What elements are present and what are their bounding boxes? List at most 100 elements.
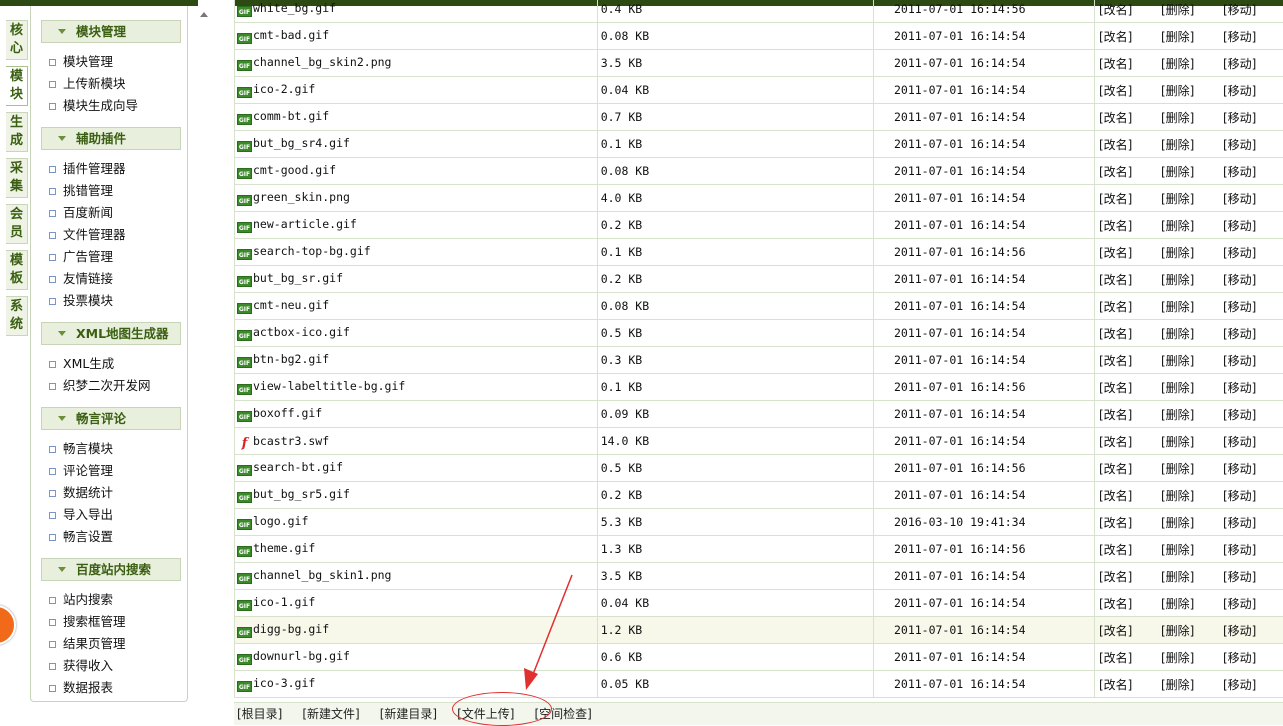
move-button[interactable]: [移动] <box>1221 433 1283 450</box>
delete-button[interactable]: [删除] <box>1159 244 1221 261</box>
file-name-link[interactable]: actbox-ico.gif <box>253 325 350 339</box>
delete-button[interactable]: [删除] <box>1159 325 1221 342</box>
file-name-link[interactable]: digg-bg.gif <box>253 622 329 636</box>
file-name-link[interactable]: logo.gif <box>253 514 308 528</box>
file-name-link[interactable]: comm-bt.gif <box>253 109 329 123</box>
rename-button[interactable]: [改名] <box>1097 406 1159 423</box>
file-name-link[interactable]: green_skin.png <box>253 190 350 204</box>
rename-button[interactable]: [改名] <box>1097 514 1159 531</box>
sidebar-menu-item[interactable]: 站内搜索 <box>41 589 187 611</box>
move-button[interactable]: [移动] <box>1221 163 1283 180</box>
new-dir-link[interactable]: [新建目录] <box>380 703 437 725</box>
file-name-link[interactable]: channel_bg_skin1.png <box>253 568 391 582</box>
file-name-link[interactable]: btn-bg2.gif <box>253 352 329 366</box>
move-button[interactable]: [移动] <box>1221 190 1283 207</box>
rename-button[interactable]: [改名] <box>1097 244 1159 261</box>
delete-button[interactable]: [删除] <box>1159 649 1221 666</box>
file-name-link[interactable]: downurl-bg.gif <box>253 649 350 663</box>
delete-button[interactable]: [删除] <box>1159 109 1221 126</box>
sidebar-menu-item[interactable]: 友情链接 <box>41 268 187 290</box>
move-button[interactable]: [移动] <box>1221 622 1283 639</box>
new-file-link[interactable]: [新建文件] <box>302 703 359 725</box>
rename-button[interactable]: [改名] <box>1097 649 1159 666</box>
rename-button[interactable]: [改名] <box>1097 271 1159 288</box>
rename-button[interactable]: [改名] <box>1097 136 1159 153</box>
sidebar-menu-item[interactable]: XML生成 <box>41 353 187 375</box>
delete-button[interactable]: [删除] <box>1159 55 1221 72</box>
sidebar-menu-item[interactable]: 挑错管理 <box>41 180 187 202</box>
delete-button[interactable]: [删除] <box>1159 541 1221 558</box>
move-button[interactable]: [移动] <box>1221 352 1283 369</box>
rename-button[interactable]: [改名] <box>1097 568 1159 585</box>
move-button[interactable]: [移动] <box>1221 217 1283 234</box>
rename-button[interactable]: [改名] <box>1097 352 1159 369</box>
sidebar-menu-item[interactable]: 织梦二次开发网 <box>41 375 187 397</box>
vertical-tab[interactable]: 采集 <box>6 158 28 198</box>
delete-button[interactable]: [删除] <box>1159 298 1221 315</box>
root-dir-link[interactable]: [根目录] <box>237 703 282 725</box>
move-button[interactable]: [移动] <box>1221 28 1283 45</box>
move-button[interactable]: [移动] <box>1221 649 1283 666</box>
file-name-link[interactable]: bcastr3.swf <box>253 434 329 448</box>
file-name-link[interactable]: view-labeltitle-bg.gif <box>253 379 405 393</box>
rename-button[interactable]: [改名] <box>1097 487 1159 504</box>
vertical-tab[interactable]: 模板 <box>6 250 28 290</box>
rename-button[interactable]: [改名] <box>1097 622 1159 639</box>
file-name-link[interactable]: cmt-bad.gif <box>253 28 329 42</box>
move-button[interactable]: [移动] <box>1221 82 1283 99</box>
delete-button[interactable]: [删除] <box>1159 433 1221 450</box>
rename-button[interactable]: [改名] <box>1097 1 1159 18</box>
sidebar-menu-item[interactable]: 插件管理器 <box>41 158 187 180</box>
rename-button[interactable]: [改名] <box>1097 28 1159 45</box>
delete-button[interactable]: [删除] <box>1159 568 1221 585</box>
file-name-link[interactable]: but_bg_sr5.gif <box>253 487 350 501</box>
sidebar-menu-item[interactable]: 畅言设置 <box>41 526 187 548</box>
move-button[interactable]: [移动] <box>1221 541 1283 558</box>
file-name-link[interactable]: cmt-good.gif <box>253 163 336 177</box>
vertical-tab[interactable]: 核心 <box>6 20 28 60</box>
move-button[interactable]: [移动] <box>1221 487 1283 504</box>
move-button[interactable]: [移动] <box>1221 109 1283 126</box>
delete-button[interactable]: [删除] <box>1159 514 1221 531</box>
rename-button[interactable]: [改名] <box>1097 109 1159 126</box>
delete-button[interactable]: [删除] <box>1159 1 1221 18</box>
file-name-link[interactable]: ico-1.gif <box>253 595 315 609</box>
sidebar-menu-item[interactable]: 广告管理 <box>41 246 187 268</box>
space-check-link[interactable]: [空间检查] <box>535 703 592 725</box>
file-name-link[interactable]: new-article.gif <box>253 217 357 231</box>
sidebar-section-header[interactable]: 百度站内搜索 <box>41 558 181 581</box>
move-button[interactable]: [移动] <box>1221 136 1283 153</box>
rename-button[interactable]: [改名] <box>1097 541 1159 558</box>
delete-button[interactable]: [删除] <box>1159 163 1221 180</box>
rename-button[interactable]: [改名] <box>1097 82 1159 99</box>
sidebar-menu-item[interactable]: 模块管理 <box>41 51 187 73</box>
file-name-link[interactable]: search-bt.gif <box>253 460 343 474</box>
move-button[interactable]: [移动] <box>1221 676 1283 693</box>
vertical-tab[interactable]: 会员 <box>6 204 28 244</box>
sidebar-menu-item[interactable]: 获得收入 <box>41 655 187 677</box>
sidebar-section-header[interactable]: 畅言评论 <box>41 407 181 430</box>
delete-button[interactable]: [删除] <box>1159 487 1221 504</box>
delete-button[interactable]: [删除] <box>1159 595 1221 612</box>
sidebar-section-header[interactable]: XML地图生成器 <box>41 322 181 345</box>
delete-button[interactable]: [删除] <box>1159 190 1221 207</box>
scroll-up-arrow-icon[interactable] <box>200 12 208 17</box>
delete-button[interactable]: [删除] <box>1159 622 1221 639</box>
delete-button[interactable]: [删除] <box>1159 379 1221 396</box>
delete-button[interactable]: [删除] <box>1159 28 1221 45</box>
sidebar-menu-item[interactable]: 评论管理 <box>41 460 187 482</box>
delete-button[interactable]: [删除] <box>1159 271 1221 288</box>
rename-button[interactable]: [改名] <box>1097 190 1159 207</box>
rename-button[interactable]: [改名] <box>1097 163 1159 180</box>
rename-button[interactable]: [改名] <box>1097 676 1159 693</box>
delete-button[interactable]: [删除] <box>1159 352 1221 369</box>
file-name-link[interactable]: theme.gif <box>253 541 315 555</box>
sidebar-menu-item[interactable]: 上传新模块 <box>41 73 187 95</box>
move-button[interactable]: [移动] <box>1221 271 1283 288</box>
rename-button[interactable]: [改名] <box>1097 325 1159 342</box>
file-name-link[interactable]: channel_bg_skin2.png <box>253 55 391 69</box>
file-name-link[interactable]: ico-3.gif <box>253 676 315 690</box>
sidebar-menu-item[interactable]: 畅言模块 <box>41 438 187 460</box>
sidebar-section-header[interactable]: 模块管理 <box>41 20 181 43</box>
move-button[interactable]: [移动] <box>1221 298 1283 315</box>
